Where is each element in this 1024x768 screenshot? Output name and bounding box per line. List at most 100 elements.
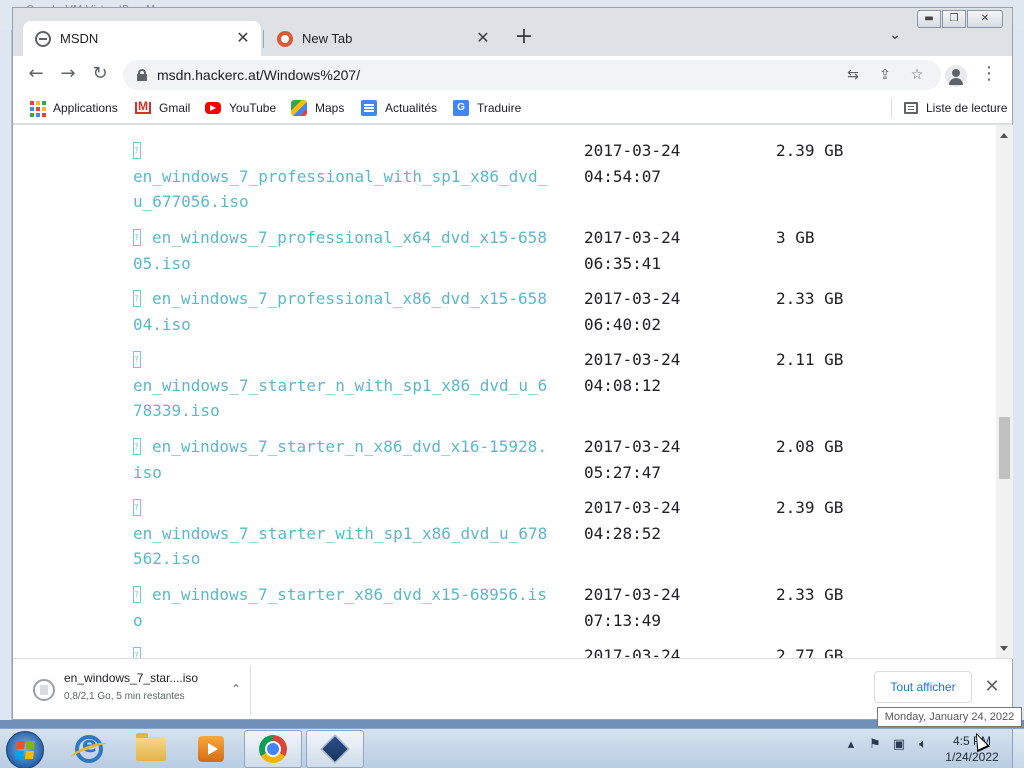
file-name[interactable]: en_windows_7_starter_n_with_sp1_x86_dvd_… <box>133 376 547 421</box>
date-text: 2017-03-24 <box>584 585 681 604</box>
address-bar[interactable]: msdn.hackerc.at/Windows%207/ ⇆ ⇪ ☆ <box>123 60 941 90</box>
url-text[interactable]: msdn.hackerc.at/Windows%207/ <box>157 67 360 83</box>
action-center-flag-icon[interactable]: ⚑ <box>866 736 884 754</box>
profile-avatar-icon[interactable] <box>945 65 967 87</box>
file-icon <box>133 286 141 312</box>
tab-label: New Tab <box>302 31 353 46</box>
close-window-button[interactable]: ✕ <box>967 10 1003 28</box>
show-all-downloads-button[interactable]: Tout afficher <box>874 671 972 703</box>
file-link[interactable]: en_windows_7_professional_x64_dvd_x15-65… <box>133 225 553 276</box>
file-name[interactable]: en_windows_7_professional_x64_dvd_x15-65… <box>133 228 547 273</box>
time-text: 04:28:52 <box>584 523 662 543</box>
file-link[interactable]: en_windows_7_starter_x86_dvd_x15-68956.i… <box>133 582 553 633</box>
lock-icon[interactable] <box>137 69 147 81</box>
chevron-up-icon[interactable]: ⌃ <box>229 682 243 696</box>
bookmark-gmail[interactable]: Gmail <box>135 98 190 118</box>
menu-kebab-icon[interactable]: ⋮ <box>979 61 999 87</box>
date-text: 2017-03-24 <box>584 141 681 160</box>
scroll-down-arrow-icon[interactable] <box>1000 646 1008 651</box>
bookmarks-bar: Applications Gmail YouTube Maps Actualit… <box>13 92 1012 124</box>
taskbar: ▴ ⚑ ▣ 🔈︎ 4:5 PM 1/24/2022 <box>0 728 1024 768</box>
time-text: 04:08:12 <box>584 375 662 395</box>
file-size: 2.39 GB <box>776 498 844 517</box>
forward-arrow-icon[interactable]: → <box>55 61 81 87</box>
download-filename: en_windows_7_star....iso <box>64 671 199 685</box>
taskbar-virtualbox[interactable] <box>306 730 364 768</box>
reading-list-label: Liste de lecture <box>926 101 1008 115</box>
file-link[interactable]: en_windows_7_starter_with_sp1_x86_dvd_u_… <box>133 495 553 572</box>
translate-icon: G <box>453 100 469 116</box>
close-download-bar-icon[interactable]: ✕ <box>982 677 1002 697</box>
browser-window: MSDN ✕ New Tab ✕ + ⌄ ▬ ❐ ✕ ← → ↻ msdn.ha… <box>12 7 1013 720</box>
file-link[interactable]: en_windows_7_professional_with_sp1_x86_d… <box>133 138 553 215</box>
file-size: 3 GB <box>776 228 815 247</box>
date-text: 2017-03-24 <box>584 228 681 247</box>
file-link[interactable]: en_windows_7_professional_x86_dvd_x15-65… <box>133 286 553 337</box>
file-date: 2017-03-24 06:40:02 <box>584 286 694 337</box>
file-size: 2.08 GB <box>776 437 844 456</box>
tab-label: MSDN <box>60 31 99 46</box>
bookmark-label: Actualités <box>385 101 438 115</box>
file-name[interactable]: en_windows_7_professional_x86_dvd_x15-65… <box>133 289 547 334</box>
file-link[interactable]: en_windows_7_starter_n_with_sp1_x86_dvd_… <box>133 347 553 424</box>
tab-msdn[interactable]: MSDN ✕ <box>23 21 261 56</box>
translate-page-icon[interactable]: ⇆ <box>843 65 863 85</box>
file-size: 2.33 GB <box>776 585 844 604</box>
reading-list-button[interactable]: Liste de lecture <box>891 98 1007 118</box>
youtube-icon <box>205 102 221 114</box>
download-item[interactable]: en_windows_7_star....iso 0,8/2,1 Go, 5 m… <box>25 665 251 715</box>
volume-icon[interactable]: 🔈︎ <box>914 736 932 754</box>
bookmark-label: YouTube <box>229 101 277 115</box>
show-desktop-button[interactable] <box>1012 729 1024 768</box>
reload-icon[interactable]: ↻ <box>87 61 113 87</box>
bookmark-star-icon[interactable]: ☆ <box>907 65 927 85</box>
file-name[interactable]: en_windows_7_starter_n_x86_dvd_x16-15928… <box>133 437 547 482</box>
tab-strip: MSDN ✕ New Tab ✕ + ⌄ ▬ ❐ ✕ <box>13 8 1012 56</box>
duckduckgo-icon <box>277 30 293 47</box>
download-bar: en_windows_7_star....iso 0,8/2,1 Go, 5 m… <box>13 658 1012 719</box>
taskbar-chrome[interactable] <box>244 730 302 768</box>
taskbar-internet-explorer[interactable] <box>60 730 118 768</box>
file-name[interactable]: en_windows_7_professional_with_sp1_x86_d… <box>133 167 547 212</box>
chrome-icon <box>259 735 287 763</box>
file-name[interactable]: en_windows_7_starter_x86_dvd_x15-68956.i… <box>133 585 547 630</box>
file-icon <box>133 225 141 251</box>
tab-search-chevron-icon[interactable]: ⌄ <box>885 27 905 47</box>
share-icon[interactable]: ⇪ <box>875 65 895 85</box>
file-link[interactable] <box>133 643 553 659</box>
bookmark-maps[interactable]: Maps <box>291 98 344 118</box>
date-text: 2017-03-24 <box>584 437 681 456</box>
scrollbar-thumb[interactable] <box>999 417 1010 479</box>
globe-icon <box>35 30 51 47</box>
start-button[interactable] <box>6 731 44 768</box>
file-icon <box>133 138 141 164</box>
tab-new-tab[interactable]: New Tab ✕ <box>265 21 501 56</box>
close-tab-icon[interactable]: ✕ <box>233 29 253 49</box>
apps-grid-icon <box>29 100 46 117</box>
scroll-up-arrow-icon[interactable] <box>1000 133 1008 138</box>
show-hidden-icons-arrow-icon[interactable]: ▴ <box>842 736 860 754</box>
back-arrow-icon[interactable]: ← <box>23 61 49 87</box>
close-tab-icon[interactable]: ✕ <box>473 29 493 49</box>
time-text: 07:13:49 <box>584 610 662 630</box>
virtualbox-icon <box>320 734 350 764</box>
bookmark-applications[interactable]: Applications <box>29 98 118 118</box>
bookmark-traduire[interactable]: G Traduire <box>453 98 521 118</box>
new-tab-button[interactable]: + <box>511 25 537 51</box>
file-date: 2017-03-24 04:08:12 <box>584 347 694 398</box>
bookmark-label: Applications <box>53 101 118 115</box>
file-name[interactable]: en_windows_7_starter_with_sp1_x86_dvd_u_… <box>133 524 547 569</box>
taskbar-file-explorer[interactable] <box>122 730 180 768</box>
taskbar-media-player[interactable] <box>182 730 240 768</box>
bookmark-label: Gmail <box>159 101 191 115</box>
bookmark-youtube[interactable]: YouTube <box>205 98 276 118</box>
bookmark-actualites[interactable]: Actualités <box>361 98 437 118</box>
minimize-button[interactable]: ▬ <box>917 10 941 28</box>
network-icon[interactable]: ▣ <box>890 736 908 754</box>
file-link[interactable]: en_windows_7_starter_n_x86_dvd_x16-15928… <box>133 434 553 485</box>
internet-explorer-icon <box>75 733 103 763</box>
vertical-scrollbar[interactable] <box>996 125 1013 659</box>
maximize-button[interactable]: ❐ <box>942 10 966 28</box>
file-date: 2017-03-24 <box>584 643 694 659</box>
background-window-edge-left <box>0 30 12 720</box>
